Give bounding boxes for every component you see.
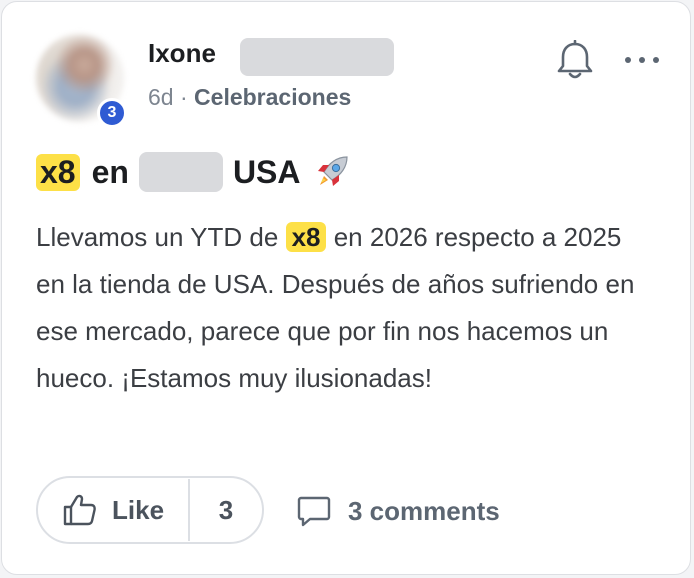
post-body: Llevamos un YTD de x8 en 2026 respecto a… <box>36 214 656 402</box>
title-redacted-block <box>138 152 223 192</box>
thumbs-up-icon <box>63 494 96 526</box>
title-highlight: x8 <box>36 153 80 191</box>
author-surname-redacted <box>240 38 394 76</box>
body-highlight: x8 <box>285 222 327 252</box>
post-card: 3 Ixone 6d · Celebraciones x8 en USA Lle… <box>1 1 691 575</box>
bell-icon[interactable] <box>555 40 595 82</box>
reaction-pill: Like 3 <box>36 476 264 544</box>
like-count[interactable]: 3 <box>190 495 262 526</box>
post-title: x8 en USA <box>36 150 353 194</box>
more-dots-icon[interactable] <box>622 48 662 72</box>
comment-bubble-icon <box>297 496 331 527</box>
group-link[interactable]: Celebraciones <box>194 84 351 110</box>
post-meta: 6d · Celebraciones <box>148 84 351 111</box>
body-text-before: Llevamos un YTD de <box>36 222 279 252</box>
author-name[interactable]: Ixone <box>148 38 216 69</box>
post-time[interactable]: 6d <box>148 84 174 110</box>
comments-label: 3 comments <box>348 495 500 526</box>
like-label: Like <box>112 494 165 525</box>
comments-button[interactable]: 3 comments <box>296 490 500 532</box>
title-word-before: en <box>91 153 129 190</box>
meta-separator: · <box>179 84 188 110</box>
avatar-level-badge: 3 <box>97 98 127 128</box>
like-button[interactable]: Like <box>38 478 188 542</box>
rocket-icon <box>317 156 348 186</box>
title-word-after: USA <box>232 153 301 190</box>
